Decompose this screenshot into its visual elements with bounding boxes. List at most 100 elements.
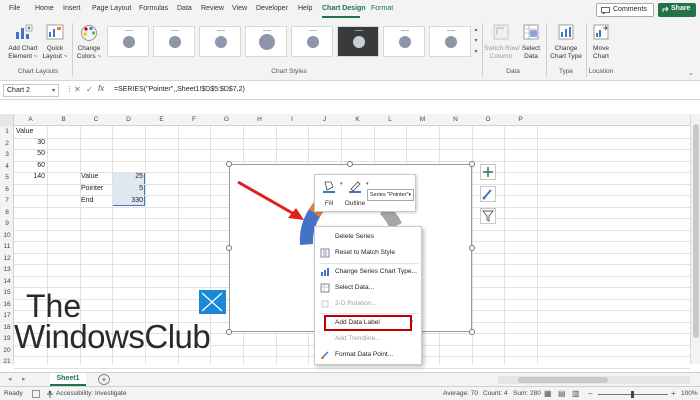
menu-item-format-data-point[interactable]: Format Data Point... bbox=[315, 347, 423, 363]
row-header-6[interactable]: 6 bbox=[0, 186, 14, 193]
row-header-21[interactable]: 21 bbox=[0, 358, 14, 365]
cell-d6[interactable]: 5 bbox=[112, 185, 143, 192]
chart-style-7[interactable] bbox=[383, 26, 425, 57]
tab-format[interactable]: Format bbox=[371, 5, 393, 12]
row-header-1[interactable]: 1 bbox=[0, 128, 14, 135]
cell-a4[interactable]: 60 bbox=[17, 162, 45, 169]
row-header-18[interactable]: 18 bbox=[0, 324, 14, 331]
row-header-3[interactable]: 3 bbox=[0, 151, 14, 158]
cell-c7[interactable]: End bbox=[81, 197, 93, 204]
macro-record-icon[interactable] bbox=[32, 390, 40, 398]
add-chart-element-button[interactable]: Add Chart Element ~ bbox=[6, 23, 40, 65]
tab-page-layout[interactable]: Page Layout bbox=[92, 5, 131, 12]
row-header-4[interactable]: 4 bbox=[0, 163, 14, 170]
column-header-c[interactable]: C bbox=[80, 116, 112, 123]
tab-formulas[interactable]: Formulas bbox=[139, 5, 168, 12]
series-selector[interactable]: Series "Pointer" ▾ bbox=[367, 189, 414, 201]
name-box[interactable]: Chart 2 ▾ bbox=[3, 84, 59, 97]
row-header-13[interactable]: 13 bbox=[0, 266, 14, 273]
change-chart-type-button[interactable]: Change Chart Type bbox=[549, 23, 583, 65]
row-header-5[interactable]: 5 bbox=[0, 174, 14, 181]
cancel-icon[interactable]: ✕ bbox=[74, 85, 81, 94]
insert-function-icon[interactable]: fx bbox=[98, 84, 104, 93]
column-header-p[interactable]: P bbox=[504, 116, 537, 123]
zoom-out-icon[interactable]: − bbox=[588, 389, 593, 398]
row-header-12[interactable]: 12 bbox=[0, 255, 14, 262]
cell-a2[interactable]: 30 bbox=[17, 139, 45, 146]
row-header-2[interactable]: 2 bbox=[0, 140, 14, 147]
row-header-20[interactable]: 20 bbox=[0, 347, 14, 354]
tab-view[interactable]: View bbox=[232, 5, 247, 12]
vertical-scrollbar[interactable] bbox=[690, 114, 700, 364]
column-header-d[interactable]: D bbox=[112, 116, 145, 123]
cell-a3[interactable]: 50 bbox=[17, 150, 45, 157]
formula-input[interactable]: =SERIES("Pointer",,Sheet1!$D$5:$D$7,2) bbox=[114, 86, 245, 93]
row-header-15[interactable]: 15 bbox=[0, 289, 14, 296]
tab-data[interactable]: Data bbox=[177, 5, 192, 12]
column-header-l[interactable]: L bbox=[374, 116, 406, 123]
menu-item-select-data[interactable]: Select Data... bbox=[315, 280, 423, 296]
outline-button[interactable]: Outline bbox=[342, 178, 368, 210]
chart-style-6[interactable] bbox=[337, 26, 379, 57]
cell-a5[interactable]: 140 bbox=[17, 173, 45, 180]
resize-handle[interactable] bbox=[469, 161, 475, 167]
cell-d7[interactable]: 330 bbox=[112, 197, 143, 204]
row-header-17[interactable]: 17 bbox=[0, 312, 14, 319]
chart-style-2[interactable] bbox=[153, 26, 195, 57]
row-header-11[interactable]: 11 bbox=[0, 243, 14, 250]
select-data-button[interactable]: Select Data bbox=[520, 23, 542, 65]
tab-file[interactable]: File bbox=[9, 5, 20, 12]
chart-style-1[interactable] bbox=[107, 26, 149, 57]
column-header-e[interactable]: E bbox=[145, 116, 178, 123]
change-colors-button[interactable]: Change Colors ~ bbox=[75, 23, 103, 65]
cell-c6[interactable]: Pointer bbox=[81, 185, 103, 192]
column-header-o[interactable]: O bbox=[472, 116, 504, 123]
menu-item-change-chart-type[interactable]: Change Series Chart Type... bbox=[315, 264, 423, 280]
select-all-button[interactable] bbox=[0, 114, 14, 126]
column-header-j[interactable]: J bbox=[308, 116, 341, 123]
enter-icon[interactable]: ✓ bbox=[86, 85, 93, 94]
normal-view-icon[interactable]: ▦ bbox=[544, 389, 552, 398]
row-header-16[interactable]: 16 bbox=[0, 301, 14, 308]
column-header-h[interactable]: H bbox=[243, 116, 276, 123]
zoom-slider[interactable] bbox=[598, 391, 668, 398]
row-header-7[interactable]: 7 bbox=[0, 197, 14, 204]
row-header-19[interactable]: 19 bbox=[0, 335, 14, 342]
tab-home[interactable]: Home bbox=[35, 5, 54, 12]
page-layout-view-icon[interactable]: ▤ bbox=[558, 389, 566, 398]
resize-handle[interactable] bbox=[347, 161, 353, 167]
column-header-f[interactable]: F bbox=[178, 116, 210, 123]
resize-handle[interactable] bbox=[469, 329, 475, 335]
column-header-b[interactable]: B bbox=[47, 116, 80, 123]
resize-handle[interactable] bbox=[226, 161, 232, 167]
outline-dropdown-icon[interactable]: ▾ bbox=[366, 181, 369, 187]
tab-developer[interactable]: Developer bbox=[256, 5, 288, 12]
status-zoom[interactable]: 100% bbox=[681, 390, 698, 397]
horizontal-scroll-thumb[interactable] bbox=[518, 377, 608, 383]
tab-insert[interactable]: Insert bbox=[63, 5, 81, 12]
collapse-ribbon-icon[interactable]: ⌄ bbox=[688, 69, 694, 77]
menu-item-reset-style[interactable]: Reset to Match Style bbox=[315, 245, 423, 261]
row-header-8[interactable]: 8 bbox=[0, 209, 14, 216]
column-header-g[interactable]: G bbox=[210, 116, 243, 123]
page-break-view-icon[interactable]: ▥ bbox=[572, 389, 580, 398]
fill-button[interactable]: Fill bbox=[319, 178, 339, 210]
vertical-scroll-thumb[interactable] bbox=[693, 124, 699, 338]
prev-sheet-icon[interactable]: ◂ bbox=[8, 375, 12, 383]
column-header-n[interactable]: N bbox=[439, 116, 472, 123]
sheet-tab-sheet1[interactable]: Sheet1 bbox=[50, 373, 86, 386]
resize-handle[interactable] bbox=[226, 245, 232, 251]
chart-style-4[interactable] bbox=[245, 26, 287, 57]
menu-item-delete-series[interactable]: Delete Series bbox=[315, 229, 423, 245]
share-button[interactable]: Share bbox=[658, 3, 696, 17]
tab-chart-design[interactable]: Chart Design bbox=[322, 5, 366, 12]
row-header-9[interactable]: 9 bbox=[0, 220, 14, 227]
column-header-m[interactable]: M bbox=[406, 116, 439, 123]
chart-style-8[interactable] bbox=[429, 26, 471, 57]
status-accessibility[interactable]: Accessibility: Investigate bbox=[56, 390, 126, 397]
column-header-a[interactable]: A bbox=[14, 116, 47, 123]
row-header-10[interactable]: 10 bbox=[0, 232, 14, 239]
tab-help[interactable]: Help bbox=[298, 5, 312, 12]
comments-button[interactable]: Comments bbox=[596, 3, 654, 17]
quick-layout-button[interactable]: Quick Layout ~ bbox=[41, 23, 69, 65]
